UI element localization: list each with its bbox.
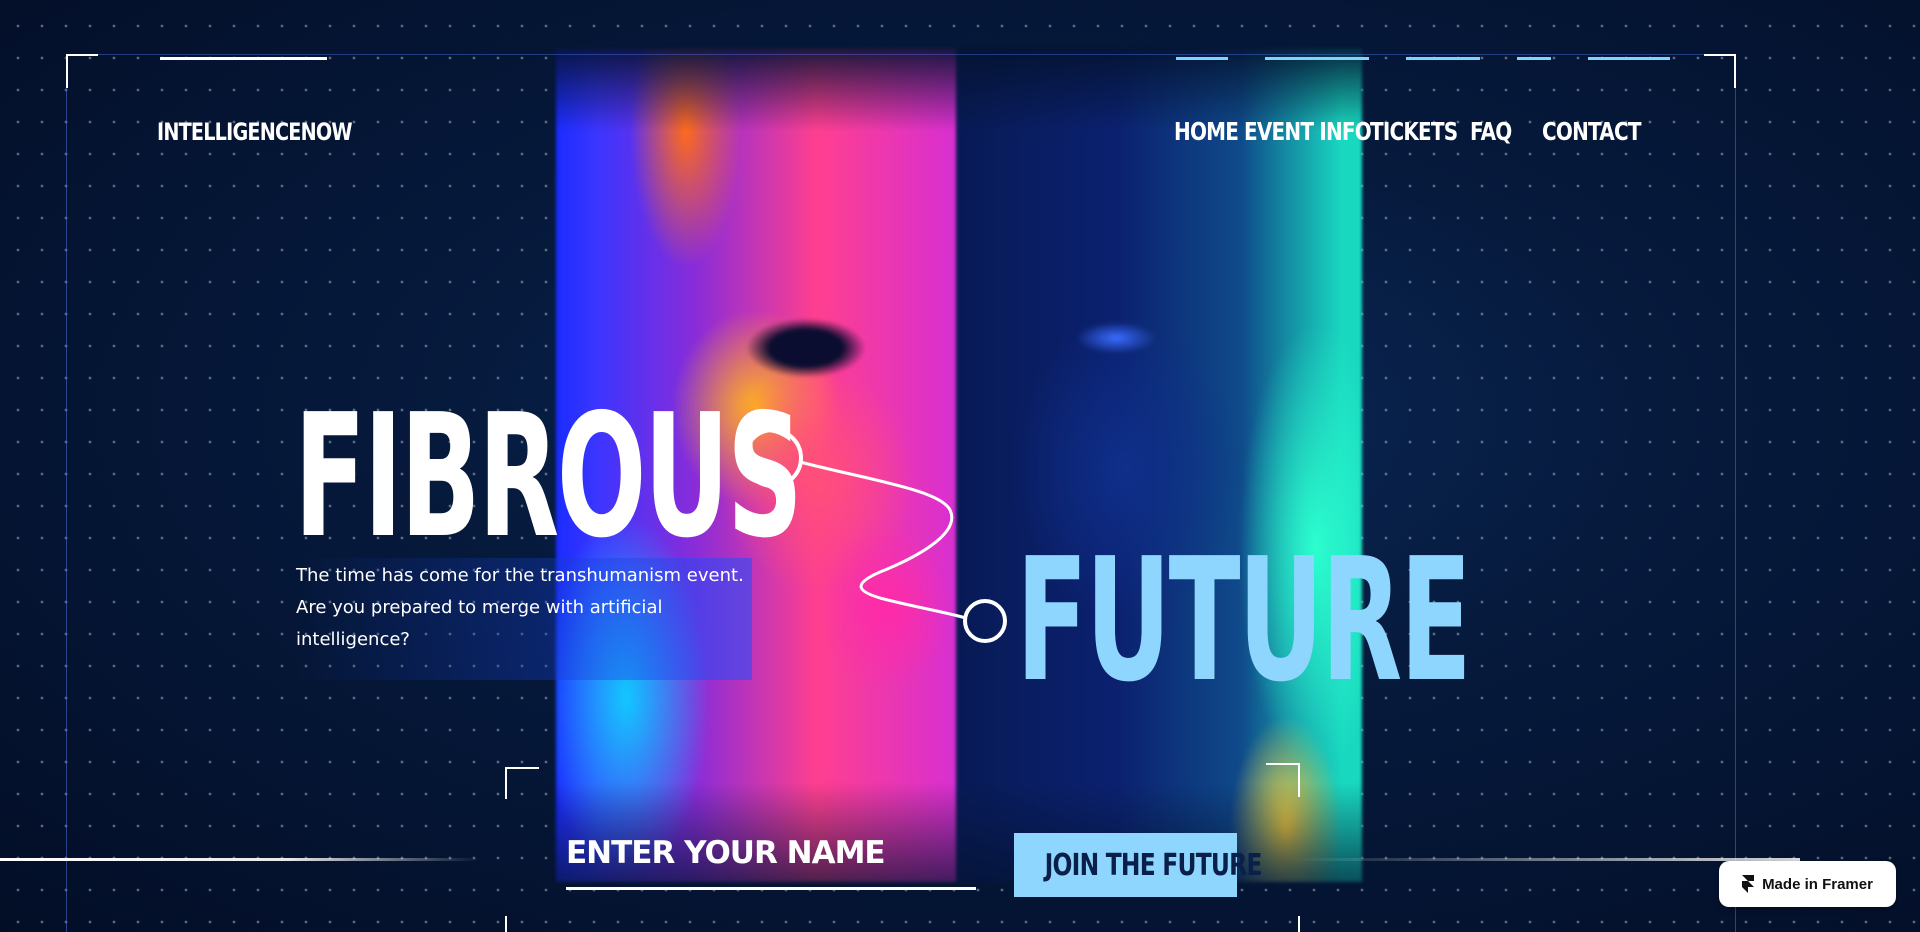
join-the-future-button[interactable]: JOIN THE FUTURE (1014, 833, 1262, 897)
bottom-divider-right (1290, 858, 1800, 861)
headline-future: FUTURE (1016, 522, 1472, 720)
nav-contact[interactable]: CONTACT (1542, 117, 1642, 146)
nav-faq[interactable]: FAQ (1470, 117, 1512, 146)
form-corner-bottom-left (505, 916, 539, 932)
brand-logo[interactable]: INTELLIGENCENOW (157, 118, 353, 146)
nav-event-info[interactable]: EVENT INFO (1244, 117, 1372, 146)
frame-corner-top-left (66, 54, 98, 88)
form-corner-top-left (505, 767, 539, 799)
nav-accent-bar (1517, 57, 1551, 60)
main-navigation: HOME EVENT INFO TICKETS FAQ CONTACT (1174, 117, 1642, 146)
bottom-divider-left (0, 858, 480, 861)
nav-tickets[interactable]: TICKETS (1370, 117, 1458, 146)
nav-home[interactable]: HOME (1174, 117, 1239, 146)
headline-fibrous: FIBROUS (294, 378, 803, 576)
form-corner-bottom-right (1298, 916, 1300, 932)
nav-accent-bar (1588, 57, 1670, 60)
nav-accent-bar (1265, 57, 1369, 60)
hero-description: The time has come for the transhumanism … (296, 565, 744, 650)
nav-accent-bar (1176, 57, 1228, 60)
framer-logo-icon (1742, 875, 1755, 893)
made-in-framer-badge[interactable]: Made in Framer (1719, 861, 1896, 907)
framer-badge-label: Made in Framer (1762, 875, 1873, 893)
frame-corner-top-right (1704, 54, 1736, 88)
frame-top-accent (160, 57, 327, 60)
form-corner-top-right (1266, 763, 1300, 797)
join-button-label: JOIN THE FUTURE (1044, 847, 1263, 883)
nav-accent-bar (1406, 57, 1480, 60)
name-input[interactable] (566, 818, 976, 890)
